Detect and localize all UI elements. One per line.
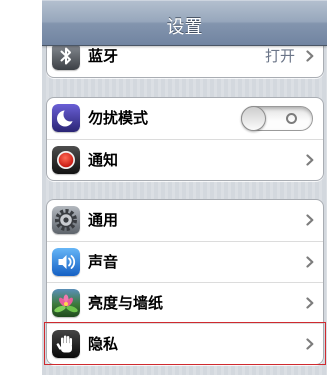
moon-icon bbox=[52, 104, 80, 132]
flower-icon bbox=[52, 289, 80, 317]
switch-knob[interactable] bbox=[241, 106, 266, 131]
gear-icon bbox=[52, 206, 80, 234]
chevron-right-icon bbox=[306, 338, 314, 350]
chevron-right-icon bbox=[306, 154, 314, 166]
navigation-bar: 设置 bbox=[42, 0, 327, 46]
chevron-right-icon bbox=[306, 297, 314, 309]
settings-group-device: 通用 声音 亮度与墙纸 隐私 bbox=[46, 199, 324, 365]
settings-row-label: 亮度与墙纸 bbox=[88, 294, 164, 312]
settings-row-notifications[interactable]: 通知 bbox=[47, 139, 323, 180]
chevron-right-icon bbox=[306, 50, 314, 62]
chevron-right-icon bbox=[306, 256, 314, 268]
settings-screen: 蓝牙 打开 勿扰模式 通知 通用 声音 亮度与墙纸 隐私 设置 bbox=[42, 0, 327, 375]
settings-group-alerts: 勿扰模式 通知 bbox=[46, 97, 324, 181]
switch-off-ring-icon bbox=[286, 113, 297, 124]
do-not-disturb-switch[interactable] bbox=[241, 106, 313, 131]
settings-row-label: 隐私 bbox=[88, 335, 119, 353]
settings-row-do-not-disturb: 勿扰模式 bbox=[47, 98, 323, 139]
settings-row-label: 通用 bbox=[88, 211, 119, 229]
bluetooth-icon bbox=[52, 42, 80, 70]
settings-row-label: 勿扰模式 bbox=[88, 109, 149, 127]
settings-row-label: 声音 bbox=[88, 253, 119, 271]
chevron-right-icon bbox=[306, 214, 314, 226]
settings-row-label: 通知 bbox=[88, 151, 119, 169]
notification-icon bbox=[52, 146, 80, 174]
settings-row-brightness-wallpaper[interactable]: 亮度与墙纸 bbox=[47, 282, 323, 323]
page-title: 设置 bbox=[166, 17, 203, 38]
settings-row-sounds[interactable]: 声音 bbox=[47, 241, 323, 282]
hand-icon bbox=[52, 330, 80, 358]
speaker-icon bbox=[52, 248, 80, 276]
settings-row-general[interactable]: 通用 bbox=[47, 200, 323, 241]
settings-row-privacy[interactable]: 隐私 bbox=[47, 323, 323, 364]
